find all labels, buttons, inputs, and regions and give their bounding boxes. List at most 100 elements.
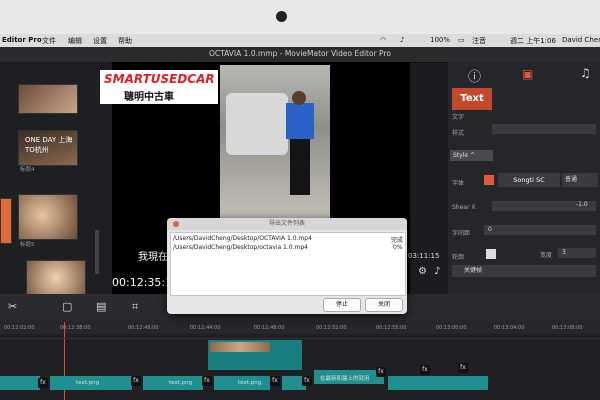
library-thumb-1[interactable]	[18, 84, 78, 114]
width-value: 3	[562, 249, 566, 256]
track-divider	[0, 338, 600, 339]
export-dialog-titlebar: 导出文件列表	[167, 218, 407, 230]
camera-dot	[276, 11, 287, 22]
wifi-icon[interactable]: ◠	[380, 36, 386, 44]
library-thumb-4[interactable]	[26, 260, 86, 296]
paste-icon[interactable]: ▤	[96, 300, 106, 313]
ruler-tick: 00:12:02:00	[4, 325, 35, 331]
text-label: 文字	[452, 114, 465, 121]
battery-percent: 100%	[430, 36, 451, 44]
font-color-swatch[interactable]	[484, 175, 494, 185]
library-label-4: 标题4	[20, 167, 35, 173]
preview-right-timecode: 03:11:15	[408, 252, 440, 260]
spacing-value: 0	[488, 226, 492, 233]
ruler-tick: 00:12:48:00	[254, 325, 285, 331]
input-method[interactable]: 注音	[472, 36, 486, 46]
crop-icon[interactable]: ⌗	[132, 300, 138, 314]
fx-icon[interactable]: fx	[458, 363, 468, 373]
menubar-user[interactable]: David Cheng	[562, 36, 600, 44]
text-clip[interactable]: 在最新和最上的就用	[314, 370, 384, 384]
text-clip[interactable]	[0, 376, 40, 390]
library-thumb-2[interactable]: ONE DAY 上海TO杭州	[18, 130, 78, 166]
font-label: 字体	[452, 180, 465, 187]
export-dialog-title: 导出文件列表	[268, 220, 305, 227]
app-menu[interactable]: Editor Pro	[2, 36, 42, 44]
battery-icon[interactable]: ▭	[458, 36, 465, 44]
text-clip[interactable]: text.png	[50, 376, 132, 390]
library-thumb-2-title: ONE DAY 上海TO杭州	[25, 136, 73, 154]
banner-chinese: 聰明中古車	[124, 92, 174, 103]
media-library: ONE DAY 上海TO杭州 标题4 标题5	[0, 62, 110, 296]
ruler-tick: 00:13:04:00	[494, 325, 525, 331]
text-clip[interactable]: text.png	[143, 376, 203, 390]
person-head	[292, 91, 306, 105]
keyframe-button[interactable]: 关键帧	[452, 265, 596, 277]
menu-file[interactable]: 文件	[42, 36, 56, 46]
volume-icon[interactable]: ♪	[434, 266, 440, 277]
copy-icon[interactable]: ▢	[62, 300, 72, 313]
gear-icon[interactable]: ⚙	[418, 266, 427, 277]
library-label-5: 标题5	[20, 242, 35, 248]
music-icon[interactable]: ♫	[580, 66, 591, 80]
scissors-icon[interactable]: ✂	[8, 300, 17, 313]
export-row-path[interactable]: /Users/DavidCheng/Desktop/OCTAVIA 1.0.mp…	[173, 235, 312, 242]
ruler-tick: 00:12:44:00	[190, 325, 221, 331]
car-shape	[226, 93, 288, 155]
export-row-path[interactable]: /Users/DavidCheng/Desktop/octavia 1.0.mp…	[173, 244, 308, 251]
export-row-status: 完成	[391, 237, 404, 244]
video-icon[interactable]: ▣	[522, 67, 533, 81]
volume-icon[interactable]: ♪	[400, 36, 404, 44]
properties-panel: ⓘ ▣ ♫ Text 文字 样式 Style ^ 字体 Songti SC 普通…	[448, 62, 600, 294]
font-weight-select[interactable]: 普通	[562, 173, 598, 187]
spacing-label: 字间距	[452, 230, 471, 237]
menubar-clock[interactable]: 週二 上午1:06	[510, 36, 556, 46]
fx-icon[interactable]: fx	[420, 365, 430, 375]
window-titlebar: OCTAVIA 1.0.mmp - MovieMator Video Edito…	[0, 47, 600, 63]
text-clip[interactable]	[388, 376, 488, 390]
menu-edit[interactable]: 编辑	[68, 36, 82, 46]
video-frame[interactable]	[220, 65, 330, 221]
text-clip[interactable]: text.png	[214, 376, 270, 390]
text-clip-label: text.png	[238, 380, 262, 386]
text-badge[interactable]: Text	[452, 88, 492, 110]
fx-icon[interactable]: fx	[131, 376, 141, 386]
timeline-ruler[interactable]: 00:12:02:00 00:12:38:00 00:12:49:00 00:1…	[0, 320, 600, 334]
ruler-tick: 00:13:00:00	[436, 325, 467, 331]
close-button[interactable]: 关闭	[365, 298, 403, 312]
library-thumb-3[interactable]	[18, 194, 78, 240]
menu-help[interactable]: 帮助	[118, 36, 132, 46]
fx-icon[interactable]: fx	[202, 376, 212, 386]
close-icon[interactable]	[173, 221, 179, 227]
fx-icon[interactable]: fx	[270, 376, 280, 386]
laptop-bezel	[0, 0, 600, 34]
menu-settings[interactable]: 设置	[93, 36, 107, 46]
window-title: OCTAVIA 1.0.mmp - MovieMator Video Edito…	[209, 49, 391, 58]
export-row-status: 0%	[393, 244, 403, 251]
person-legs	[290, 139, 310, 195]
style-field[interactable]	[492, 124, 596, 134]
style-label: 样式	[452, 130, 465, 137]
person-vest	[286, 103, 314, 139]
spacing-field[interactable]	[484, 225, 596, 235]
fx-icon[interactable]: fx	[38, 378, 48, 388]
fx-icon[interactable]: fx	[376, 367, 386, 377]
fx-icon[interactable]: fx	[302, 376, 312, 386]
text-clip-label: 在最新和最上的就用	[320, 376, 370, 382]
width-label: 宽度	[540, 252, 553, 259]
outline-color-swatch[interactable]	[486, 249, 496, 259]
font-family-select[interactable]: Songti SC	[498, 173, 560, 187]
shear-label: Shear X	[452, 204, 476, 211]
style-toggle[interactable]: Style ^	[450, 150, 493, 161]
info-icon[interactable]: ⓘ	[468, 66, 481, 85]
video-clip-thumbs	[210, 342, 270, 352]
ruler-tick: 00:12:52:00	[316, 325, 347, 331]
text-clip-label: text.png	[76, 380, 100, 386]
text-clip-label: text.png	[169, 380, 193, 386]
library-edge-thumb[interactable]	[0, 198, 12, 244]
shear-value: -1.0	[576, 201, 588, 208]
banner-box: SMARTUSEDCAR 聰明中古車	[100, 70, 218, 104]
stop-button[interactable]: 停止	[323, 298, 361, 312]
outline-label: 轮廓	[452, 254, 465, 261]
export-dialog: 导出文件列表 /Users/DavidCheng/Desktop/OCTAVIA…	[167, 218, 407, 314]
library-scrollbar[interactable]	[95, 230, 99, 274]
